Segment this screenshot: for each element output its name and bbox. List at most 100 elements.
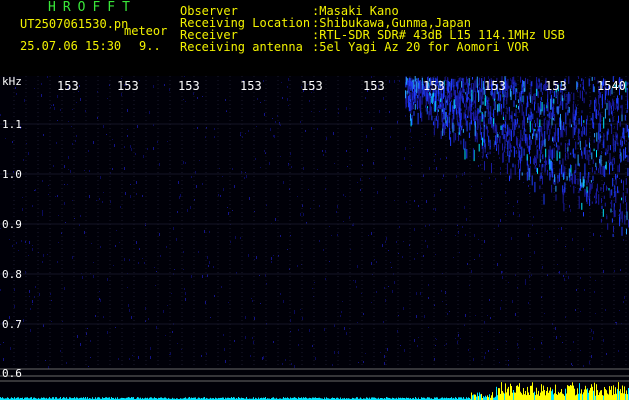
signal-streak	[477, 108, 479, 111]
signal-streak	[570, 177, 572, 180]
noise-speck	[420, 292, 421, 295]
signal-streak	[596, 150, 597, 158]
baseline-bar	[572, 382, 573, 400]
noise-speck	[97, 117, 98, 119]
noise-speck	[58, 242, 59, 243]
signal-streak	[564, 166, 566, 176]
signal-streak	[411, 100, 413, 111]
noise-speck	[191, 176, 192, 178]
noise-speck	[208, 265, 209, 267]
signal-streak	[624, 114, 626, 121]
signal-streak	[447, 94, 449, 100]
signal-streak	[522, 79, 523, 88]
signal-streak	[612, 116, 614, 123]
signal-streak	[576, 81, 578, 90]
noise-speck	[5, 138, 6, 139]
signal-streak	[539, 185, 541, 190]
signal-streak	[543, 118, 545, 130]
noise-speck	[333, 132, 334, 135]
signal-streak	[467, 96, 469, 100]
signal-streak	[616, 120, 618, 131]
signal-streak	[541, 91, 543, 96]
signal-streak	[617, 98, 619, 110]
noise-speck	[499, 132, 500, 134]
noise-speck	[260, 167, 261, 168]
baseline-bar	[578, 393, 579, 400]
noise-speck	[181, 349, 182, 350]
signal-streak	[625, 147, 626, 159]
signal-streak	[553, 132, 555, 141]
signal-streak	[569, 204, 570, 208]
noise-speck	[388, 286, 389, 287]
noise-speck	[544, 313, 545, 314]
noise-speck	[90, 340, 91, 342]
signal-streak	[589, 147, 591, 156]
signal-streak	[551, 184, 553, 193]
noise-speck	[0, 114, 1, 116]
noise-speck	[264, 100, 265, 101]
noise-speck	[254, 259, 255, 260]
signal-streak	[429, 107, 431, 116]
signal-streak	[534, 181, 536, 193]
baseline-bar	[612, 395, 613, 400]
noise-speck	[325, 109, 326, 110]
noise-speck	[23, 319, 24, 322]
signal-streak	[589, 197, 591, 206]
signal-streak	[493, 109, 495, 118]
signal-streak	[589, 103, 591, 108]
noise-speck	[594, 291, 595, 293]
signal-streak	[623, 128, 625, 140]
noise-speck	[223, 334, 224, 336]
signal-streak	[442, 96, 443, 107]
noise-speck	[51, 300, 52, 301]
noise-speck	[51, 321, 52, 322]
signal-streak	[615, 131, 617, 140]
signal-streak	[484, 161, 485, 171]
noise-speck	[42, 210, 43, 213]
signal-streak	[565, 103, 567, 109]
noise-speck	[466, 84, 467, 85]
baseline-bar	[622, 385, 623, 400]
signal-streak	[410, 102, 412, 114]
signal-streak	[574, 180, 576, 185]
noise-speck	[221, 286, 222, 288]
noise-speck	[18, 250, 19, 251]
signal-streak	[559, 151, 561, 159]
noise-speck	[32, 248, 33, 251]
noise-speck	[478, 239, 479, 240]
noise-speck	[371, 262, 372, 265]
signal-streak	[603, 133, 605, 140]
signal-streak	[552, 179, 554, 184]
noise-speck	[429, 167, 430, 170]
noise-speck	[557, 239, 558, 240]
noise-speck	[579, 136, 580, 137]
noise-speck	[368, 235, 369, 236]
signal-streak	[513, 100, 515, 107]
signal-streak	[454, 108, 456, 112]
noise-speck	[595, 313, 596, 314]
signal-streak	[414, 103, 416, 110]
signal-streak	[459, 107, 461, 115]
signal-streak	[623, 180, 624, 191]
noise-speck	[440, 189, 441, 191]
signal-streak	[440, 130, 442, 139]
noise-speck	[402, 256, 403, 258]
noise-speck	[95, 315, 96, 317]
signal-streak	[539, 175, 541, 182]
noise-speck	[88, 150, 89, 152]
signal-streak	[433, 102, 435, 112]
noise-speck	[128, 304, 129, 307]
signal-streak	[436, 103, 438, 110]
noise-speck	[88, 366, 89, 367]
noise-speck	[573, 341, 574, 343]
noise-speck	[595, 280, 596, 281]
noise-speck	[312, 345, 313, 347]
noise-speck	[115, 245, 116, 247]
baseline-bar	[489, 394, 490, 400]
noise-speck	[570, 185, 571, 187]
noise-speck	[322, 150, 323, 152]
signal-streak	[614, 140, 616, 152]
noise-speck	[28, 152, 29, 155]
signal-streak	[444, 76, 446, 82]
noise-speck	[468, 349, 469, 351]
